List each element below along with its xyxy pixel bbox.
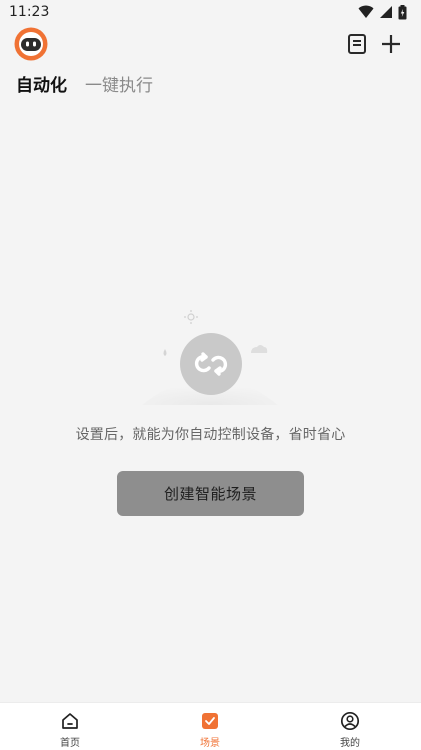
nav-item-scene[interactable]: 场景: [170, 703, 250, 750]
drop-icon: [163, 349, 167, 356]
status-time: 11:23: [9, 4, 50, 20]
empty-state-message: 设置后，就能为你自动控制设备，省时省心: [75, 427, 346, 443]
wifi-icon: [358, 5, 374, 18]
cloud-icon: [251, 345, 268, 353]
document-list-icon[interactable]: [346, 33, 368, 55]
empty-state-illustration: [142, 310, 278, 405]
tab-automation[interactable]: 自动化: [16, 72, 67, 100]
nav-item-home[interactable]: 首页: [30, 703, 110, 750]
home-icon: [62, 713, 78, 729]
battery-icon: [398, 4, 407, 19]
nav-item-mine[interactable]: 我的: [310, 703, 390, 750]
nav-label-home: 首页: [60, 738, 80, 749]
app-screen: 11:23 自动化 一键执行 设置后，就能为你自动控制设备，省时省心 创建智能场…: [0, 0, 421, 750]
nav-label-scene: 场景: [200, 738, 220, 749]
nav-label-mine: 我的: [340, 738, 360, 749]
signal-icon: [380, 6, 392, 18]
status-icons: [358, 4, 407, 20]
bottom-nav: 首页 场景 我的: [0, 702, 421, 750]
scene-tabs: 自动化 一键执行: [0, 72, 421, 102]
header-bar: [0, 24, 421, 64]
tab-one-click[interactable]: 一键执行: [85, 72, 153, 100]
profile-icon: [340, 711, 360, 731]
create-scene-button[interactable]: 创建智能场景: [117, 471, 304, 516]
robot-avatar-icon[interactable]: [14, 27, 48, 61]
status-bar: 11:23: [0, 0, 421, 24]
plus-icon[interactable]: [380, 33, 402, 55]
sun-icon: [184, 310, 198, 324]
scene-check-icon: [202, 713, 218, 729]
